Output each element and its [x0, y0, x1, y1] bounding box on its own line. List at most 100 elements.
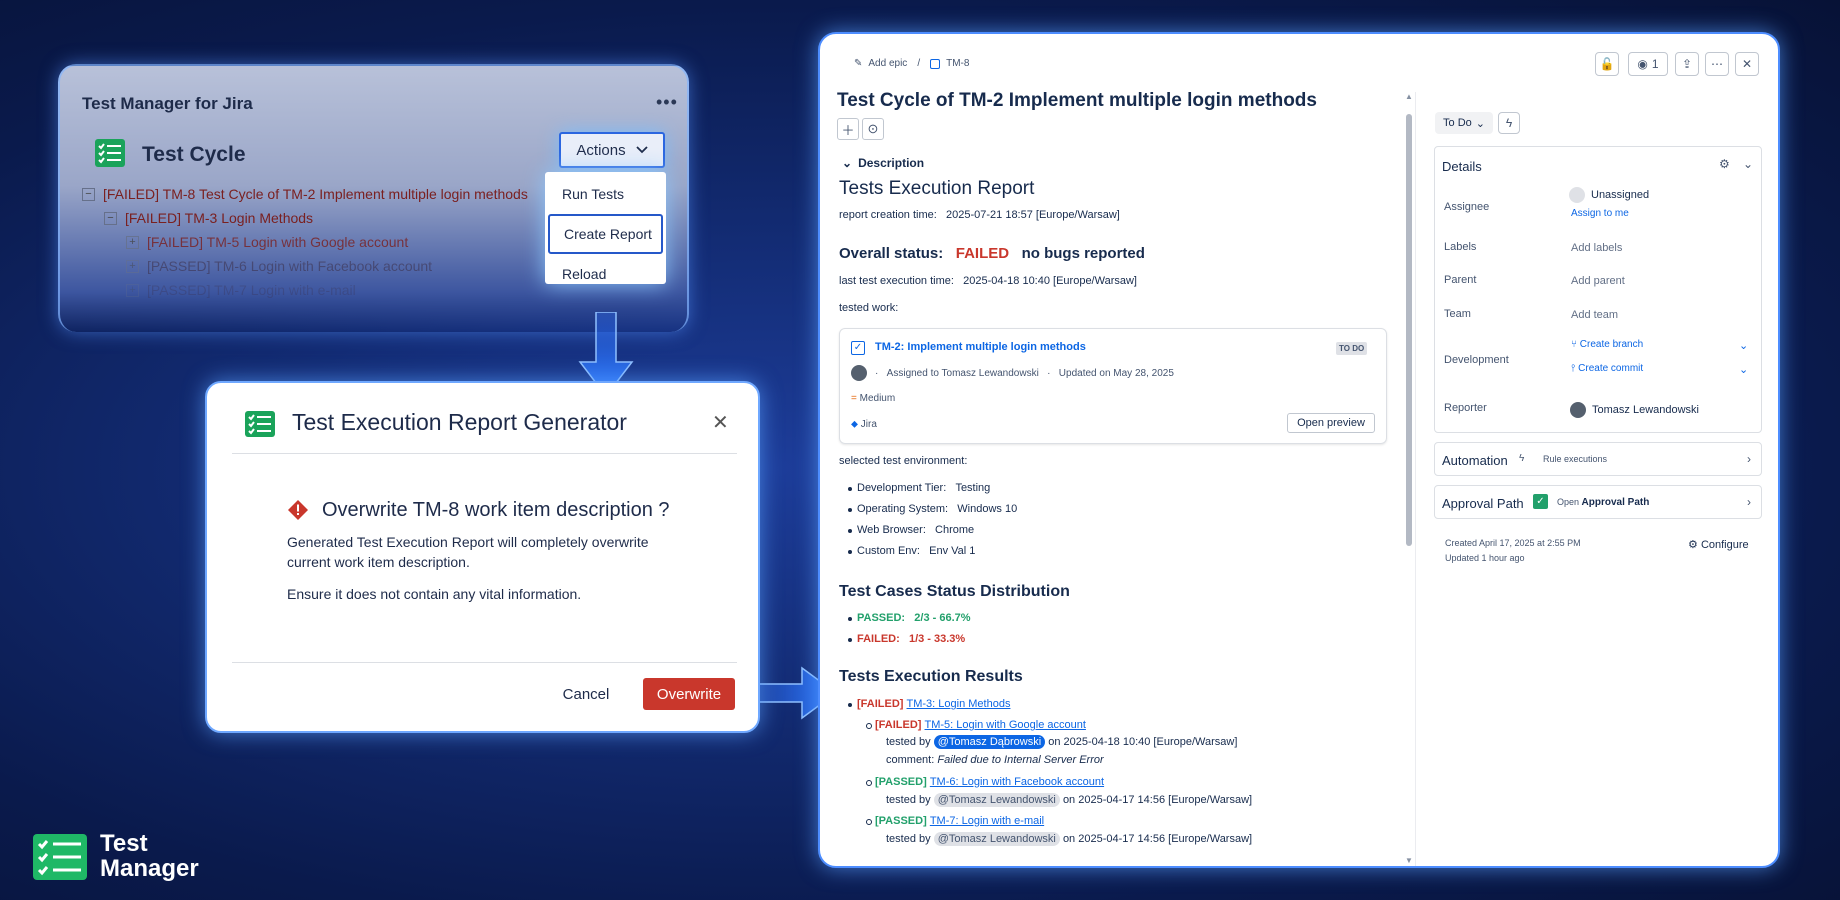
expand-icon[interactable]: +	[126, 283, 139, 297]
stat-label: FAILED:	[857, 633, 900, 645]
issue-key-link[interactable]: TM-8	[946, 58, 969, 69]
watch-button[interactable]: ◉ 1	[1628, 52, 1668, 76]
overall-label: Overall status:	[839, 245, 944, 262]
add-icon[interactable]: ＋	[837, 118, 859, 140]
divider	[232, 453, 737, 454]
configure-button[interactable]: ⚙ Configure	[1688, 538, 1749, 551]
tree-item[interactable]: + [PASSED] TM-7 Login with e-mail	[126, 282, 356, 298]
create-commit-link[interactable]: ⫯ Create commit	[1571, 363, 1643, 374]
open-preview-button[interactable]: Open preview	[1287, 413, 1375, 433]
created-date: Created April 17, 2025 at 2:55 PM	[1445, 538, 1581, 548]
chevron-down-icon[interactable]: ⌄	[1739, 339, 1748, 352]
commit-icon: ⫯	[1571, 363, 1576, 374]
chevron-down-icon[interactable]: ⌄	[1739, 363, 1748, 376]
add-epic-link[interactable]: Add epic	[868, 58, 907, 69]
close-icon[interactable]: ✕	[712, 410, 729, 435]
result-item: [PASSED] TM-7: Login with e-mail	[865, 815, 1044, 827]
chevron-down-icon: ⌄	[842, 156, 853, 170]
approval-path-label: Approval Path	[1581, 497, 1650, 508]
result-item: [FAILED] TM-5: Login with Google account	[866, 719, 1086, 731]
env-key: Development Tier:	[857, 482, 947, 494]
tree-item[interactable]: − [FAILED] TM-8 Test Cycle of TM-2 Implem…	[82, 186, 528, 202]
menu-item-run-tests[interactable]: Run Tests	[545, 174, 666, 214]
edit-icon: ✎	[854, 58, 863, 69]
reporter-value[interactable]: Tomasz Lewandowski	[1592, 404, 1699, 416]
jira-icon: ⬥	[851, 419, 858, 430]
labels-label: Labels	[1444, 241, 1477, 253]
commit-label: Create commit	[1578, 363, 1644, 374]
tested-time: on 2025-04-17 14:56 [Europe/Warsaw]	[1062, 833, 1253, 845]
priority-label: Medium	[859, 393, 896, 404]
env-item: Web Browser: Chrome	[847, 524, 974, 536]
priority: = Medium	[851, 393, 895, 404]
result-link[interactable]: TM-7: Login with e-mail	[930, 815, 1044, 827]
labels-field[interactable]: Add labels	[1571, 242, 1622, 254]
menu-item-create-report[interactable]: Create Report	[548, 214, 663, 254]
lock-icon[interactable]: 🔓	[1595, 52, 1619, 76]
dialog-warning-text: Ensure it does not contain any vital inf…	[287, 586, 582, 602]
avatar	[1570, 402, 1586, 418]
scrollbar-thumb[interactable]	[1406, 114, 1412, 546]
lightning-icon[interactable]: ϟ	[1498, 112, 1520, 134]
team-field[interactable]: Add team	[1571, 309, 1618, 321]
tested-work-label: tested work:	[839, 302, 899, 314]
tree-item-label: [FAILED] TM-8 Test Cycle of TM-2 Impleme…	[103, 186, 528, 202]
checkmark-icon: ✓	[1533, 494, 1548, 509]
brand-name: Test Manager	[100, 831, 199, 881]
more-icon[interactable]: ⋯	[1705, 52, 1729, 76]
tree-item-label: [PASSED] TM-7 Login with e-mail	[147, 282, 356, 298]
open-label: Open	[1557, 497, 1580, 507]
settings-icon[interactable]: ⊙	[862, 118, 884, 140]
status-dropdown[interactable]: To Do ⌄	[1435, 112, 1493, 134]
share-icon[interactable]: ⇪	[1675, 52, 1699, 76]
assign-to-me-link[interactable]: Assign to me	[1571, 208, 1629, 219]
chevron-right-icon: ›	[1747, 452, 1751, 466]
close-icon[interactable]: ✕	[1735, 52, 1759, 76]
result-root: [FAILED] TM-3: Login Methods	[847, 698, 1011, 710]
menu-item-reload[interactable]: Reload	[545, 254, 666, 284]
source: ⬥ Jira	[851, 419, 877, 430]
expand-icon[interactable]: +	[126, 235, 139, 249]
tree-item[interactable]: + [FAILED] TM-5 Login with Google account	[126, 234, 408, 250]
user-mention[interactable]: @Tomasz Dąbrowski	[933, 735, 1046, 749]
description-toggle[interactable]: ⌄ Description	[842, 156, 924, 170]
priority-medium-icon: =	[851, 393, 857, 404]
test-manager-icon	[244, 410, 276, 438]
tree-item[interactable]: − [FAILED] TM-3 Login Methods	[104, 210, 313, 226]
result-link[interactable]: TM-5: Login with Google account	[925, 719, 1086, 731]
brand-line-2: Manager	[100, 855, 199, 882]
result-status: [PASSED]	[875, 776, 927, 788]
more-horizontal-icon[interactable]: •••	[656, 92, 678, 113]
divider	[232, 662, 737, 663]
overwrite-button[interactable]: Overwrite	[643, 678, 735, 710]
cancel-button[interactable]: Cancel	[553, 678, 619, 710]
work-item-card[interactable]: ✓ TM-2: Implement multiple login methods…	[839, 328, 1387, 444]
chevron-down-icon[interactable]: ⌄	[1743, 157, 1753, 171]
parent-field[interactable]: Add parent	[1571, 275, 1625, 287]
tested-by-label: tested by	[886, 736, 931, 748]
result-item: [PASSED] TM-6: Login with Facebook accou…	[865, 776, 1104, 788]
automation-box[interactable]: Automation ϟ Rule executions ›	[1434, 442, 1762, 476]
overall-status: FAILED	[955, 245, 1010, 262]
work-item-link[interactable]: TM-2: Implement multiple login methods	[875, 341, 1086, 353]
avatar	[851, 365, 867, 381]
collapse-icon[interactable]: −	[82, 187, 95, 201]
scroll-up-icon[interactable]: ▲	[1405, 92, 1413, 101]
result-link[interactable]: TM-6: Login with Facebook account	[930, 776, 1104, 788]
configure-label: Configure	[1700, 539, 1749, 551]
tree-item[interactable]: + [PASSED] TM-6 Login with Facebook accou…	[126, 258, 432, 274]
assignee-value[interactable]: Unassigned	[1591, 189, 1649, 201]
env-key: Custom Env:	[857, 545, 920, 557]
gear-icon[interactable]: ⚙	[1719, 157, 1730, 171]
collapse-icon[interactable]: −	[104, 211, 117, 225]
scroll-down-icon[interactable]: ▼	[1405, 856, 1413, 865]
expand-icon[interactable]: +	[126, 259, 139, 273]
user-mention[interactable]: @Tomasz Lewandowski	[933, 832, 1060, 846]
result-link[interactable]: TM-3: Login Methods	[907, 698, 1011, 710]
user-mention[interactable]: @Tomasz Lewandowski	[933, 793, 1060, 807]
actions-button[interactable]: Actions	[559, 132, 665, 168]
brand-line-1: Test	[100, 830, 148, 857]
create-branch-link[interactable]: ⑂ Create branch	[1571, 339, 1643, 350]
approval-box[interactable]: Approval Path ✓ Open Approval Path ›	[1434, 485, 1762, 519]
reporter-label: Reporter	[1444, 402, 1487, 414]
